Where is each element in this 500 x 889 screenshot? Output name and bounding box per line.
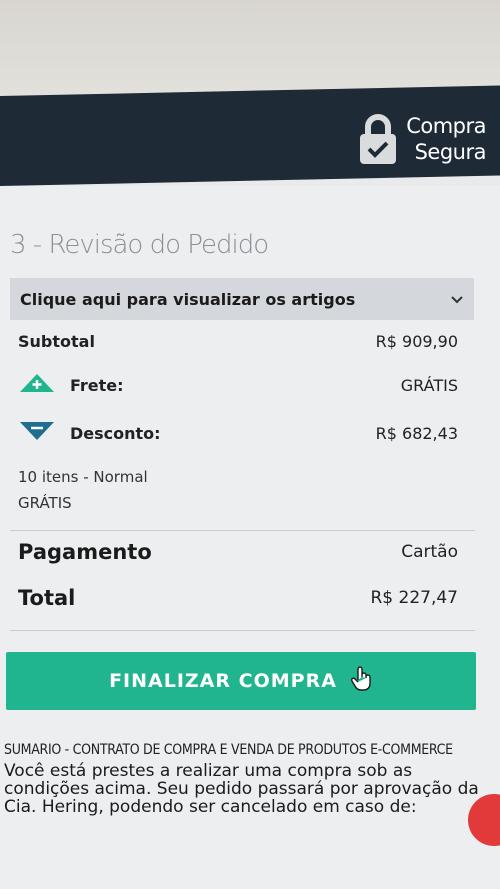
subtotal-value: R$ 909,90 (375, 332, 458, 351)
payment-row: Pagamento Cartão (18, 540, 458, 564)
desconto-label: Desconto: (70, 423, 161, 443)
shipping-method: 10 itens - Normal (18, 468, 148, 486)
frete-label: Frete: (70, 375, 124, 395)
secure-label: Compra Segura (406, 113, 486, 165)
subtotal-label: Subtotal (18, 332, 95, 351)
divider (10, 530, 475, 531)
contract-title: SUMARIO - CONTRATO DE COMPRA E VENDA DE … (4, 742, 453, 758)
secure-line-2: Segura (414, 140, 487, 164)
desconto-value: R$ 682,43 (375, 423, 458, 443)
plus-arrow-icon (18, 372, 56, 398)
order-review-panel: 3 - Revisão do Pedido Clique aqui para v… (0, 186, 500, 889)
frete-row: Frete: GRÁTIS (18, 372, 458, 398)
total-label: Total (18, 586, 76, 610)
lock-icon (358, 112, 398, 166)
desconto-row: Desconto: R$ 682,43 (18, 420, 458, 446)
total-row: Total R$ 227,47 (18, 586, 458, 610)
payment-value: Cartão (401, 542, 458, 562)
finalize-purchase-button[interactable]: FINALIZAR COMPRA (6, 652, 476, 710)
payment-label: Pagamento (18, 540, 152, 564)
finalize-purchase-label: FINALIZAR COMPRA (109, 670, 337, 692)
minus-arrow-icon (18, 420, 56, 446)
secure-line-1: Compra (406, 114, 486, 138)
divider (10, 630, 475, 631)
contract-text: Você está prestes a realizar uma compra … (4, 761, 479, 817)
chevron-down-icon (450, 290, 464, 309)
hand-pointer-icon (350, 665, 373, 697)
subtotal-row: Subtotal R$ 909,90 (18, 332, 458, 351)
secure-purchase-badge: Compra Segura (358, 112, 486, 166)
shipping-price: GRÁTIS (18, 494, 72, 512)
page-title: 3 - Revisão do Pedido (10, 230, 269, 260)
total-value: R$ 227,47 (370, 588, 458, 608)
view-items-toggle[interactable]: Clique aqui para visualizar os artigos (10, 278, 474, 320)
frete-value: GRÁTIS (400, 375, 458, 395)
view-items-label: Clique aqui para visualizar os artigos (20, 289, 356, 309)
